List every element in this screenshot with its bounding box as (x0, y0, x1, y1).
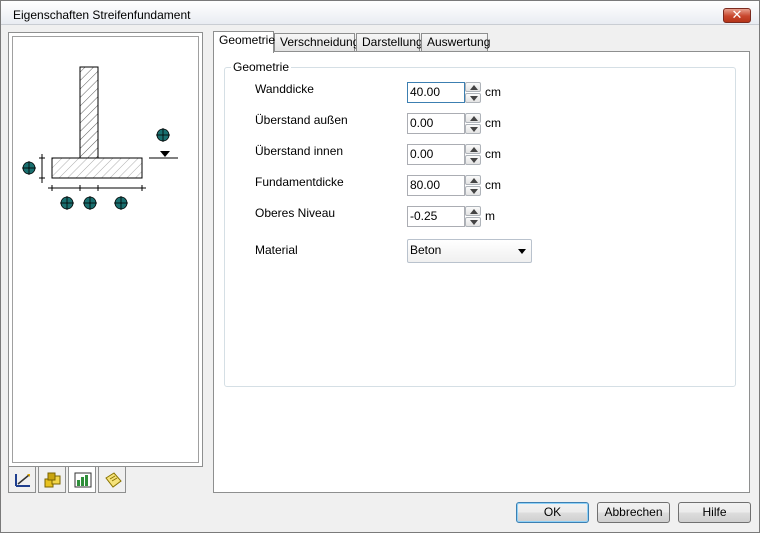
fundamentdicke-spinner[interactable] (465, 175, 481, 196)
label-material: Material (255, 243, 298, 257)
close-icon: ✕ (731, 7, 743, 22)
spin-up-button[interactable] (465, 175, 481, 185)
geometry-ruler-icon (15, 474, 30, 487)
fundamentdicke-input[interactable]: 80.00 (407, 175, 465, 196)
label-ueberstand-aussen: Überstand außen (255, 113, 348, 127)
chevron-down-icon (518, 249, 526, 254)
arrow-up-icon (470, 116, 478, 121)
icon-tab-geometry[interactable] (8, 467, 36, 493)
arrow-down-icon (470, 220, 478, 225)
tab-verschneidung[interactable]: Verschneidung (274, 33, 359, 52)
unit-wanddicke: cm (485, 85, 501, 99)
close-button[interactable]: ✕ (723, 8, 751, 23)
unit-ueberstand-aussen: cm (485, 116, 501, 130)
dimension-marker-bottom-2 (83, 196, 97, 210)
foundation-preview (12, 36, 199, 463)
footing-section (51, 157, 143, 179)
dimension-marker-left (22, 161, 36, 175)
wanddicke-spinner[interactable] (465, 82, 481, 103)
materials-icon (44, 472, 61, 488)
label-fundamentdicke: Fundamentdicke (255, 175, 344, 189)
ueberstand-aussen-spinner[interactable] (465, 113, 481, 134)
title-bar[interactable]: Eigenschaften Streifenfundament ✕ (1, 1, 759, 25)
dimension-marker-bottom-3 (114, 196, 128, 210)
icon-tab-chart[interactable] (68, 467, 96, 493)
label-oberes-niveau: Oberes Niveau (255, 206, 336, 220)
arrow-up-icon (470, 147, 478, 152)
arrow-up-icon (470, 85, 478, 90)
spin-down-button[interactable] (465, 155, 481, 165)
note-icon (105, 472, 122, 488)
arrow-down-icon (470, 189, 478, 194)
ueberstand-innen-spinner[interactable] (465, 144, 481, 165)
material-select[interactable]: Beton (407, 239, 532, 263)
ueberstand-innen-input[interactable]: 0.00 (407, 144, 465, 165)
tab-auswertung[interactable]: Auswertung (421, 33, 490, 52)
geometrie-panel: Geometrie Wanddicke 40.00 cm Überstand a… (213, 51, 750, 493)
tab-geometrie[interactable]: Geometrie (213, 31, 275, 53)
preview-icon-tabs (8, 467, 128, 493)
wanddicke-input[interactable]: 40.00 (407, 82, 465, 103)
ok-button[interactable]: OK (516, 502, 589, 523)
spin-up-button[interactable] (465, 113, 481, 123)
spin-down-button[interactable] (465, 217, 481, 227)
arrow-up-icon (470, 178, 478, 183)
wall-section (79, 66, 99, 159)
dialog-title: Eigenschaften Streifenfundament (13, 8, 191, 22)
arrow-down-icon (470, 96, 478, 101)
dimension-marker-bottom-1 (60, 196, 74, 210)
help-button[interactable]: Hilfe (678, 502, 751, 523)
arrow-down-icon (470, 158, 478, 163)
label-wanddicke: Wanddicke (255, 82, 314, 96)
preview-panel (8, 32, 203, 467)
dimension-marker-top-right (156, 128, 170, 142)
spin-up-button[interactable] (465, 206, 481, 216)
arrow-up-icon (470, 209, 478, 214)
tab-darstellung[interactable]: Darstellung (356, 33, 423, 52)
geometry-group: Geometrie Wanddicke 40.00 cm Überstand a… (224, 60, 736, 387)
label-ueberstand-innen: Überstand innen (255, 144, 344, 158)
spin-down-button[interactable] (465, 124, 481, 134)
unit-fundamentdicke: cm (485, 178, 501, 192)
spin-up-button[interactable] (465, 144, 481, 154)
arrow-down-icon (470, 127, 478, 132)
dialog-window: Eigenschaften Streifenfundament ✕ Geomet… (0, 0, 760, 533)
group-legend: Geometrie (231, 60, 292, 74)
icon-tab-note[interactable] (98, 467, 126, 493)
chart-icon (74, 472, 92, 488)
foundation-section-drawing (22, 66, 178, 210)
material-selected-value: Beton (410, 243, 442, 257)
spin-down-button[interactable] (465, 186, 481, 196)
icon-tab-materials[interactable] (38, 467, 66, 493)
oberes-niveau-input[interactable]: -0.25 (407, 206, 465, 227)
unit-oberes-niveau: m (485, 209, 495, 223)
ueberstand-aussen-input[interactable]: 0.00 (407, 113, 465, 134)
oberes-niveau-spinner[interactable] (465, 206, 481, 227)
spin-down-button[interactable] (465, 93, 481, 103)
spin-up-button[interactable] (465, 82, 481, 92)
cancel-button[interactable]: Abbrechen (597, 502, 670, 523)
unit-ueberstand-innen: cm (485, 147, 501, 161)
